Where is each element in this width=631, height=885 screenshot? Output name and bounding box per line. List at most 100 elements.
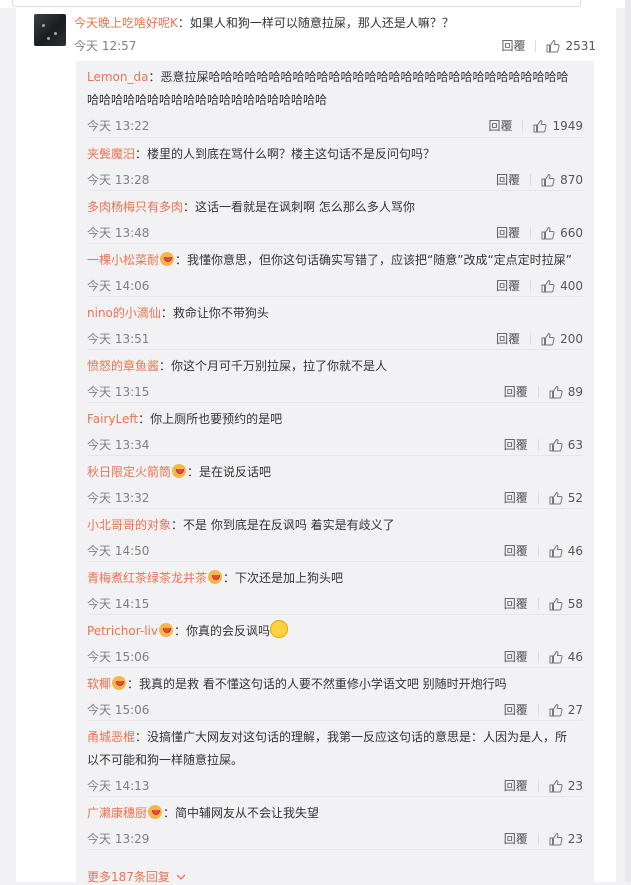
- reply-user[interactable]: 青梅煮红茶绿茶龙井茶: [87, 571, 207, 585]
- reply-button[interactable]: 回覆: [504, 595, 528, 612]
- like-count: 23: [567, 778, 583, 793]
- divider: [537, 438, 539, 451]
- reply-actions: 回覆 52: [504, 489, 583, 506]
- reply-user[interactable]: Petrichor-liv: [87, 624, 158, 638]
- divider: [535, 39, 537, 52]
- divider: [530, 173, 532, 186]
- like-button[interactable]: 23: [549, 832, 583, 846]
- reply-actions: 回覆 89: [504, 383, 583, 400]
- like-count: 46: [567, 649, 583, 664]
- thumbs-up-icon: [546, 39, 560, 52]
- like-button[interactable]: 46: [549, 544, 583, 558]
- like-count: 58: [567, 596, 583, 611]
- more-replies-link[interactable]: 更多187条回复: [87, 868, 186, 885]
- like-button[interactable]: 1949: [533, 119, 583, 133]
- reply-button[interactable]: 回覆: [504, 830, 528, 847]
- reply-user[interactable]: 愤怒的章鱼酱: [87, 359, 159, 373]
- like-button[interactable]: 870: [541, 173, 583, 187]
- reply-body: ：你这个月可千万别拉屎，拉了你就不是人: [159, 359, 388, 373]
- like-button[interactable]: 89: [549, 385, 583, 399]
- reply-text: Lemon_da：恶意拉屎哈哈哈哈哈哈哈哈哈哈哈哈哈哈哈哈哈哈哈哈哈哈哈哈哈哈哈…: [87, 66, 579, 112]
- thumbs-up-icon: [549, 650, 563, 663]
- like-button[interactable]: 660: [541, 226, 583, 240]
- reply-actions: 回覆 23: [504, 830, 583, 847]
- like-count: 1949: [552, 118, 583, 133]
- reply-text: 多肉杨梅只有多肉：这话一看就是在讽刺啊 怎么那么多人骂你: [87, 196, 579, 219]
- reply-user[interactable]: 一棵小松菜耐: [87, 253, 159, 267]
- reply-user[interactable]: 软椰: [87, 677, 111, 691]
- reply-button[interactable]: 回覆: [496, 330, 520, 347]
- reply-button[interactable]: 回覆: [504, 489, 528, 506]
- reply-actions: 回覆 58: [504, 595, 583, 612]
- reply-button[interactable]: 回覆: [501, 37, 525, 54]
- thumbs-up-icon: [549, 544, 563, 557]
- reply-button[interactable]: 回覆: [504, 777, 528, 794]
- smile-emoji-icon: [270, 620, 288, 638]
- like-button[interactable]: 52: [549, 491, 583, 505]
- thumbs-up-icon: [541, 279, 555, 292]
- like-count: 46: [567, 543, 583, 558]
- reply-time: 今天 15:06: [87, 650, 150, 664]
- vip-badge-icon: [112, 676, 127, 690]
- reply-button[interactable]: 回覆: [504, 648, 528, 665]
- main-comment-user[interactable]: 今天晚上吃啥好呢K: [74, 16, 178, 30]
- reply-button[interactable]: 回覆: [504, 701, 528, 718]
- reply-item: Lemon_da：恶意拉屎哈哈哈哈哈哈哈哈哈哈哈哈哈哈哈哈哈哈哈哈哈哈哈哈哈哈哈…: [87, 61, 583, 138]
- like-button[interactable]: 2531: [546, 39, 596, 53]
- reply-button[interactable]: 回覆: [488, 117, 512, 134]
- like-button[interactable]: 200: [541, 332, 583, 346]
- like-count: 63: [567, 437, 583, 452]
- divider: [522, 119, 524, 132]
- avatar[interactable]: [34, 14, 66, 46]
- like-button[interactable]: 63: [549, 438, 583, 452]
- reply-time: 今天 13:51: [87, 332, 150, 346]
- reply-button[interactable]: 回覆: [496, 171, 520, 188]
- thumbs-up-icon: [541, 226, 555, 239]
- like-button[interactable]: 58: [549, 597, 583, 611]
- reply-button[interactable]: 回覆: [504, 542, 528, 559]
- reply-actions: 回覆 27: [504, 701, 583, 718]
- reply-item: 小北哥哥的对象：不是 你到底是在反讽吗 着实是有歧义了 今天 14:50 回覆 46: [87, 509, 583, 562]
- like-button[interactable]: 46: [549, 650, 583, 664]
- divider: [530, 332, 532, 345]
- search-box-edge[interactable]: [12, 0, 581, 7]
- reply-button[interactable]: 回覆: [496, 277, 520, 294]
- reply-user[interactable]: FairyLeft: [87, 412, 138, 426]
- reply-body: ：下次还是加上狗头吧: [223, 571, 344, 585]
- reply-user[interactable]: nino的小滴仙: [87, 306, 161, 320]
- reply-user[interactable]: Lemon_da: [87, 70, 148, 84]
- reply-item: 甬城恶棍：没搞懂广大网友对这句话的理解，我第一反应这句话的意思是：人因为是人，所…: [87, 721, 583, 797]
- reply-time: 今天 13:29: [87, 832, 150, 846]
- reply-actions: 回覆 46: [504, 648, 583, 665]
- reply-user[interactable]: 夹鬓魔汨: [87, 147, 135, 161]
- reply-button[interactable]: 回覆: [496, 224, 520, 241]
- reply-body: ：你真的会反讽吗: [173, 624, 270, 638]
- like-count: 660: [560, 225, 583, 240]
- like-count: 2531: [565, 38, 596, 53]
- reply-user[interactable]: 广濑康穗厨: [87, 806, 147, 820]
- reply-body: ：我懂你意思，但你这句话确实写错了，应该把“随意”改成“定点定时拉屎”: [175, 253, 572, 267]
- like-button[interactable]: 400: [541, 279, 583, 293]
- reply-time: 今天 15:06: [87, 703, 150, 717]
- reply-time: 今天 13:32: [87, 491, 150, 505]
- like-button[interactable]: 27: [549, 703, 583, 717]
- like-count: 200: [560, 331, 583, 346]
- vip-badge-icon: [160, 252, 175, 266]
- divider: [537, 491, 539, 504]
- main-comment-body: ：如果人和狗一样可以随意拉屎，那人还是人嘛？？: [177, 16, 454, 30]
- scrollbar[interactable]: [625, 0, 631, 882]
- reply-body: ：楼里的人到底在骂什么啊？楼主这句话不是反问句吗？: [135, 147, 436, 161]
- reply-user[interactable]: 甬城恶棍: [87, 730, 135, 744]
- reply-text: 青梅煮红茶绿茶龙井茶 ：下次还是加上狗头吧: [87, 567, 579, 590]
- reply-button[interactable]: 回覆: [504, 436, 528, 453]
- reply-item: 愤怒的章鱼酱：你这个月可千万别拉屎，拉了你就不是人 今天 13:15 回覆 89: [87, 350, 583, 403]
- thumbs-up-icon: [549, 438, 563, 451]
- reply-user[interactable]: 秋日限定火箭筒: [87, 465, 171, 479]
- reply-user[interactable]: 多肉杨梅只有多肉: [87, 200, 183, 214]
- reply-button[interactable]: 回覆: [504, 383, 528, 400]
- reply-user[interactable]: 小北哥哥的对象: [87, 518, 171, 532]
- reply-body: ：你上厕所也要预约的是吧: [138, 412, 283, 426]
- like-count: 52: [567, 490, 583, 505]
- like-button[interactable]: 23: [549, 779, 583, 793]
- reply-text: 愤怒的章鱼酱：你这个月可千万别拉屎，拉了你就不是人: [87, 355, 579, 378]
